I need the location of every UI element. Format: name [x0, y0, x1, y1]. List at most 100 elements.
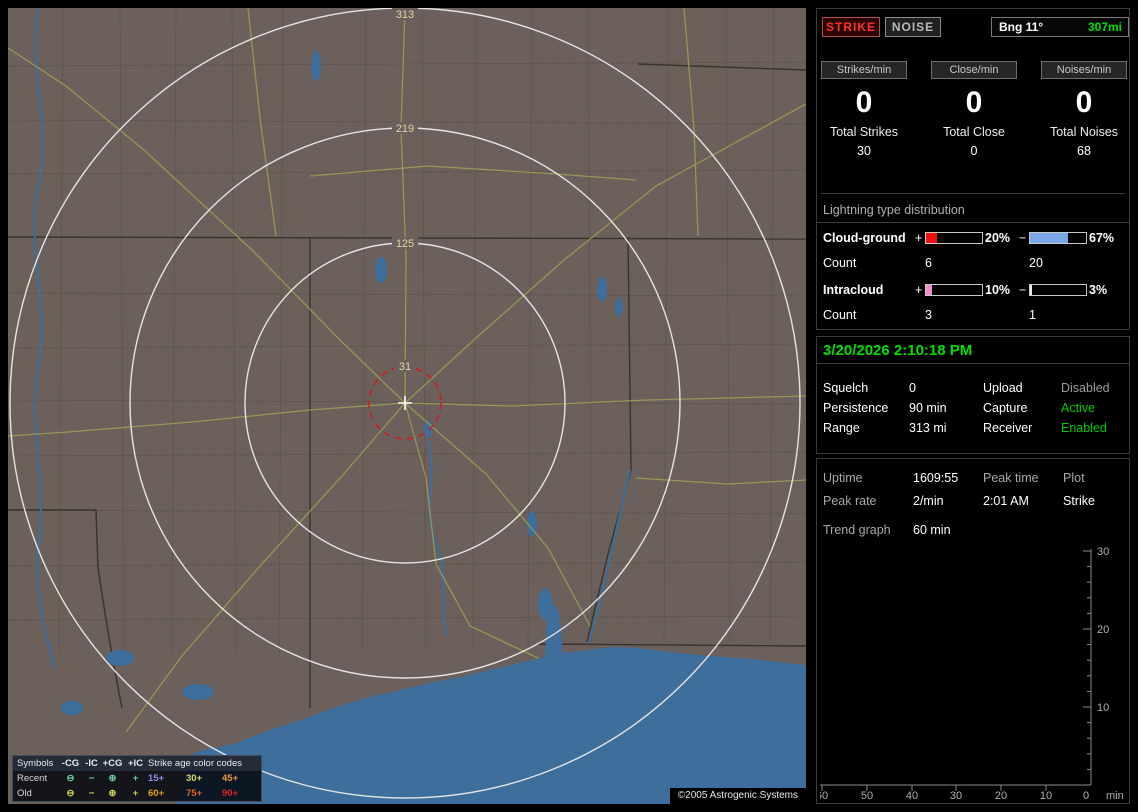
strike-legend: Symbols -CG -IC +CG +IC Strike age color… — [12, 755, 262, 802]
map-panel[interactable]: 313 219 125 31 Symbols -CG -IC +CG +IC S… — [8, 8, 806, 804]
total-close-value: 0 — [970, 144, 978, 158]
distance-value: 307mi — [1087, 20, 1122, 34]
trend-y-label-20: 20 — [1097, 624, 1109, 636]
squelch-label: Squelch — [823, 381, 869, 395]
age-30: 30+ — [186, 773, 203, 784]
ic-positive-count: 3 — [925, 308, 932, 322]
trend-x-label-30: 30 — [950, 790, 962, 801]
trend-y-minor-ticks — [1087, 566, 1091, 770]
legend-symbols-header: Symbols — [17, 758, 54, 769]
pos-cg-recent-icon: ⊕ — [108, 773, 117, 784]
squelch-value: 0 — [909, 381, 916, 395]
minus-sign: − — [1019, 231, 1027, 245]
close-counter: Close/min 0 Total Close 0 — [931, 61, 1017, 158]
ic-positive-pct: 10% — [985, 283, 1011, 297]
receiver-status: Enabled — [1061, 421, 1107, 435]
legend-age-header: Strike age color codes — [148, 758, 242, 769]
legend-header-row: Symbols -CG -IC +CG +IC Strike age color… — [13, 756, 261, 771]
ring-label-31: 31 — [399, 361, 411, 373]
cg-positive-bar — [925, 232, 983, 244]
intracloud-label: Intracloud — [823, 283, 884, 297]
persistence-value: 90 min — [909, 401, 947, 415]
trend-graph-label: Trend graph — [823, 523, 891, 537]
minus-sign: − — [1019, 283, 1027, 297]
cloud-ground-label: Cloud-ground — [823, 231, 906, 245]
trend-y-label-30: 30 — [1097, 546, 1109, 558]
noise-mode-button[interactable]: NOISE — [885, 17, 941, 37]
noises-per-min-button[interactable]: Noises/min — [1041, 61, 1127, 79]
copyright-notice: ©2005 Astrogenic Systems — [669, 788, 806, 804]
cloud-ground-row: Cloud-ground + 20% − 67% — [817, 231, 1129, 246]
distribution-title: Lightning type distribution — [817, 203, 1129, 223]
trend-x-unit: min — [1106, 790, 1124, 801]
upload-status: Disabled — [1061, 381, 1110, 395]
legend-old-row: Old ⊖ − ⊕ + 60+ 75+ 90+ — [13, 786, 261, 801]
strikes-counter: Strikes/min 0 Total Strikes 30 — [821, 61, 907, 158]
trend-graph-value: 60 min — [913, 523, 951, 537]
range-label: Range — [823, 421, 860, 435]
legend-col-neg-cg: -CG — [61, 758, 80, 769]
counters-panel: STRIKE NOISE Bng 11° 307mi Strikes/min 0… — [816, 8, 1130, 330]
sidebar: STRIKE NOISE Bng 11° 307mi Strikes/min 0… — [816, 8, 1130, 804]
legend-recent-row: Recent ⊖ − ⊕ + 15+ 30+ 45+ — [13, 771, 261, 786]
total-noises-value: 68 — [1077, 144, 1091, 158]
legend-recent-label: Recent — [17, 773, 48, 784]
range-value: 313 mi — [909, 421, 947, 435]
age-90: 90+ — [222, 788, 239, 799]
intracloud-row: Intracloud + 10% − 3% — [817, 283, 1129, 298]
trend-panel: Uptime 1609:55 Peak time Plot Peak rate … — [816, 458, 1130, 804]
strikes-per-min-value: 0 — [855, 86, 873, 119]
cg-negative-pct: 67% — [1089, 231, 1115, 245]
peak-time-value: 2:01 AM — [983, 494, 1029, 508]
noises-per-min-value: 0 — [1075, 86, 1093, 119]
count-label: Count — [823, 308, 857, 322]
ic-negative-count: 1 — [1029, 308, 1036, 322]
capture-status: Active — [1061, 401, 1096, 415]
bearing-value: Bng 11° — [999, 20, 1044, 34]
legend-col-pos-ic: +IC — [127, 758, 144, 769]
close-per-min-button[interactable]: Close/min — [931, 61, 1017, 79]
cg-negative-count: 20 — [1029, 256, 1043, 270]
count-label: Count — [823, 256, 857, 270]
cg-positive-pct: 20% — [985, 231, 1011, 245]
age-15: 15+ — [148, 773, 165, 784]
cloud-ground-count-row: Count 6 20 — [817, 256, 1129, 271]
pos-cg-old-icon: ⊕ — [108, 788, 117, 799]
trend-graph: 30 20 10 60 50 40 30 20 10 0 min — [820, 546, 1124, 801]
stats-row-2: Peak rate 2/min 2:01 AM Strike — [817, 494, 1129, 510]
map-canvas[interactable]: 313 219 125 31 — [8, 8, 806, 804]
neg-ic-old-icon: − — [88, 788, 95, 799]
trend-x-label-50: 50 — [861, 790, 873, 801]
uptime-label: Uptime — [823, 471, 863, 485]
ring-label-219: 219 — [396, 123, 414, 135]
ring-label-125: 125 — [396, 238, 414, 250]
persistence-label: Persistence — [823, 401, 889, 415]
neg-cg-recent-icon: ⊖ — [66, 773, 75, 784]
peak-rate-label: Peak rate — [823, 494, 877, 508]
trend-x-label-20: 20 — [995, 790, 1007, 801]
total-strikes-label: Total Strikes — [829, 125, 899, 139]
bearing-readout: Bng 11° 307mi — [991, 17, 1129, 37]
status-panel: 3/20/2026 2:10:18 PM Squelch 0 Upload Di… — [816, 336, 1130, 454]
peak-rate-value: 2/min — [913, 494, 944, 508]
strikes-per-min-button[interactable]: Strikes/min — [821, 61, 907, 79]
noises-counter: Noises/min 0 Total Noises 68 — [1041, 61, 1127, 158]
panel-divider — [821, 193, 1125, 194]
age-45: 45+ — [222, 773, 239, 784]
cg-positive-count: 6 — [925, 256, 932, 270]
intracloud-count-row: Count 3 1 — [817, 308, 1129, 323]
age-75: 75+ — [186, 788, 203, 799]
uptime-value: 1609:55 — [913, 471, 959, 485]
plot-value: Strike — [1063, 494, 1095, 508]
legend-col-pos-cg: +CG — [102, 758, 123, 769]
total-close-label: Total Close — [943, 125, 1005, 139]
capture-label: Capture — [983, 401, 1028, 415]
settings-row-range: Range 313 mi Receiver Enabled — [817, 421, 1129, 437]
trend-x-label-40: 40 — [906, 790, 918, 801]
plus-sign: + — [915, 231, 923, 245]
trend-x-label-60: 60 — [820, 790, 828, 801]
neg-cg-old-icon: ⊖ — [66, 788, 75, 799]
current-datetime: 3/20/2026 2:10:18 PM — [817, 337, 1129, 364]
ring-label-313: 313 — [396, 9, 414, 21]
strike-mode-button[interactable]: STRIKE — [822, 17, 880, 37]
